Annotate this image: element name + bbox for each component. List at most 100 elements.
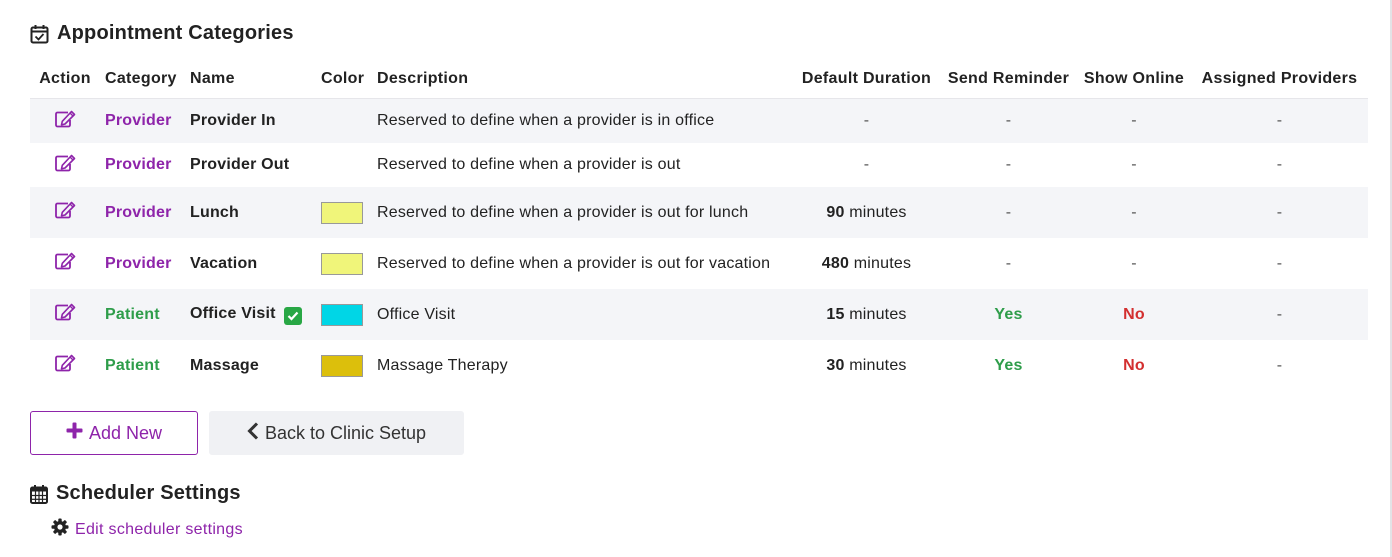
col-color: Color [321, 70, 365, 87]
send-reminder-cell: - [1005, 156, 1012, 173]
table-row: Provider Lunch Reserved to define when a… [30, 187, 1368, 238]
edit-icon[interactable] [54, 110, 76, 133]
duration-unit: minutes [849, 305, 907, 323]
scheduler-settings-heading: Scheduler Settings [30, 482, 241, 505]
send-reminder-cell: Yes [940, 289, 1077, 340]
duration-value: 30 [826, 356, 845, 374]
assigned-providers-cell: - [1191, 289, 1368, 340]
col-category: Category [105, 70, 177, 87]
color-swatch [321, 303, 363, 326]
category-cell: Provider [105, 254, 172, 272]
add-new-button[interactable]: Add New [30, 411, 198, 455]
assigned-providers-cell: - [1276, 156, 1283, 173]
edit-icon[interactable] [54, 354, 76, 377]
assigned-providers-cell: - [1276, 254, 1283, 272]
calendar-check-icon [30, 24, 49, 44]
color-cell [316, 98, 372, 143]
category-cell: Provider [105, 156, 172, 173]
color-swatch [321, 201, 363, 224]
duration-value: 90 [826, 203, 845, 221]
add-new-label: Add New [88, 422, 163, 443]
description-cell: Massage Therapy [377, 356, 508, 374]
show-online-cell: No [1123, 356, 1145, 374]
color-cell [316, 289, 372, 340]
name-cell: Office Visit [185, 289, 316, 340]
action-cell [30, 340, 100, 391]
check-square-icon [283, 306, 302, 325]
edit-scheduler-settings-link[interactable]: Edit scheduler settings [51, 518, 243, 541]
duration-value: 15 [826, 305, 845, 323]
category-cell: Patient [105, 356, 160, 374]
name-cell: Lunch [185, 187, 316, 238]
gear-icon [51, 518, 69, 541]
description-cell: Reserved to define when a provider is ou… [372, 187, 793, 238]
col-name: Name [190, 70, 235, 87]
action-cell [30, 187, 100, 238]
edit-icon[interactable] [54, 303, 76, 326]
plus-icon [66, 422, 83, 444]
edit-icon[interactable] [54, 154, 76, 177]
col-description: Description [377, 70, 469, 87]
action-cell [30, 238, 100, 289]
duration-cell: 30 minutes [793, 340, 940, 391]
send-reminder-cell: - [940, 98, 1077, 143]
duration-cell: - [793, 143, 940, 187]
table-row: Provider Provider In Reserved to define … [30, 98, 1368, 143]
appointment-categories-heading: Appointment Categories [30, 22, 294, 45]
color-cell [316, 143, 372, 187]
description-cell: Reserved to define when a provider is ou… [377, 254, 771, 272]
duration-value: - [863, 112, 870, 129]
duration-cell: - [793, 98, 940, 143]
edit-icon[interactable] [54, 201, 76, 224]
send-reminder-cell: - [940, 187, 1077, 238]
table-header-row: Action Category Name Color Description D… [30, 60, 1368, 99]
description-cell: Reserved to define when a provider is in… [372, 98, 793, 143]
category-cell: Patient [100, 289, 185, 340]
send-reminder-cell: Yes [994, 356, 1023, 374]
color-cell [316, 238, 372, 289]
duration-unit: minutes [849, 356, 907, 374]
duration-value: - [863, 156, 870, 173]
name-cell: Vacation [190, 254, 258, 272]
col-assigned-providers: Assigned Providers [1201, 70, 1358, 87]
appointment-categories-table: Action Category Name Color Description D… [30, 60, 1368, 391]
edit-scheduler-settings-label: Edit scheduler settings [75, 520, 243, 538]
name-cell: Provider In [185, 98, 316, 143]
action-cell [30, 98, 100, 143]
scheduler-settings-title: Scheduler Settings [56, 482, 241, 504]
color-cell [316, 340, 372, 391]
table-row: Provider Provider Out Reserved to define… [30, 143, 1368, 187]
table-row: Provider Vacation Reserved to define whe… [30, 238, 1368, 289]
chevron-left-icon [247, 421, 259, 445]
edit-icon[interactable] [54, 252, 76, 275]
duration-unit: minutes [853, 254, 912, 272]
description-cell: Reserved to define when a provider is ou… [377, 156, 681, 173]
send-reminder-cell: - [1005, 254, 1012, 272]
name-cell: Provider Out [190, 156, 290, 173]
duration-unit: minutes [849, 203, 907, 221]
col-send-reminder: Send Reminder [947, 70, 1070, 87]
color-swatch [321, 252, 363, 275]
show-online-cell: - [1131, 254, 1137, 272]
show-online-cell: - [1077, 98, 1191, 143]
show-online-cell: - [1077, 187, 1191, 238]
name-cell: Massage [190, 356, 259, 374]
back-to-clinic-setup-label: Back to Clinic Setup [264, 422, 427, 443]
category-cell: Provider [100, 187, 185, 238]
duration-cell: 15 minutes [793, 289, 940, 340]
category-cell: Provider [100, 98, 185, 143]
back-to-clinic-setup-button[interactable]: Back to Clinic Setup [209, 411, 464, 455]
action-cell [30, 143, 100, 187]
show-online-cell: No [1077, 289, 1191, 340]
col-action: Action [39, 70, 91, 87]
color-cell [316, 187, 372, 238]
assigned-providers-cell: - [1191, 98, 1368, 143]
duration-cell: 480 minutes [793, 238, 940, 289]
description-cell: Office Visit [372, 289, 793, 340]
col-show-online: Show Online [1083, 70, 1185, 87]
calendar-icon [30, 484, 48, 504]
duration-value: 480 [821, 254, 850, 272]
color-swatch [321, 354, 363, 377]
table-row: Patient Office Visit Office Visit 15 min… [30, 289, 1368, 340]
show-online-cell: - [1131, 156, 1137, 173]
